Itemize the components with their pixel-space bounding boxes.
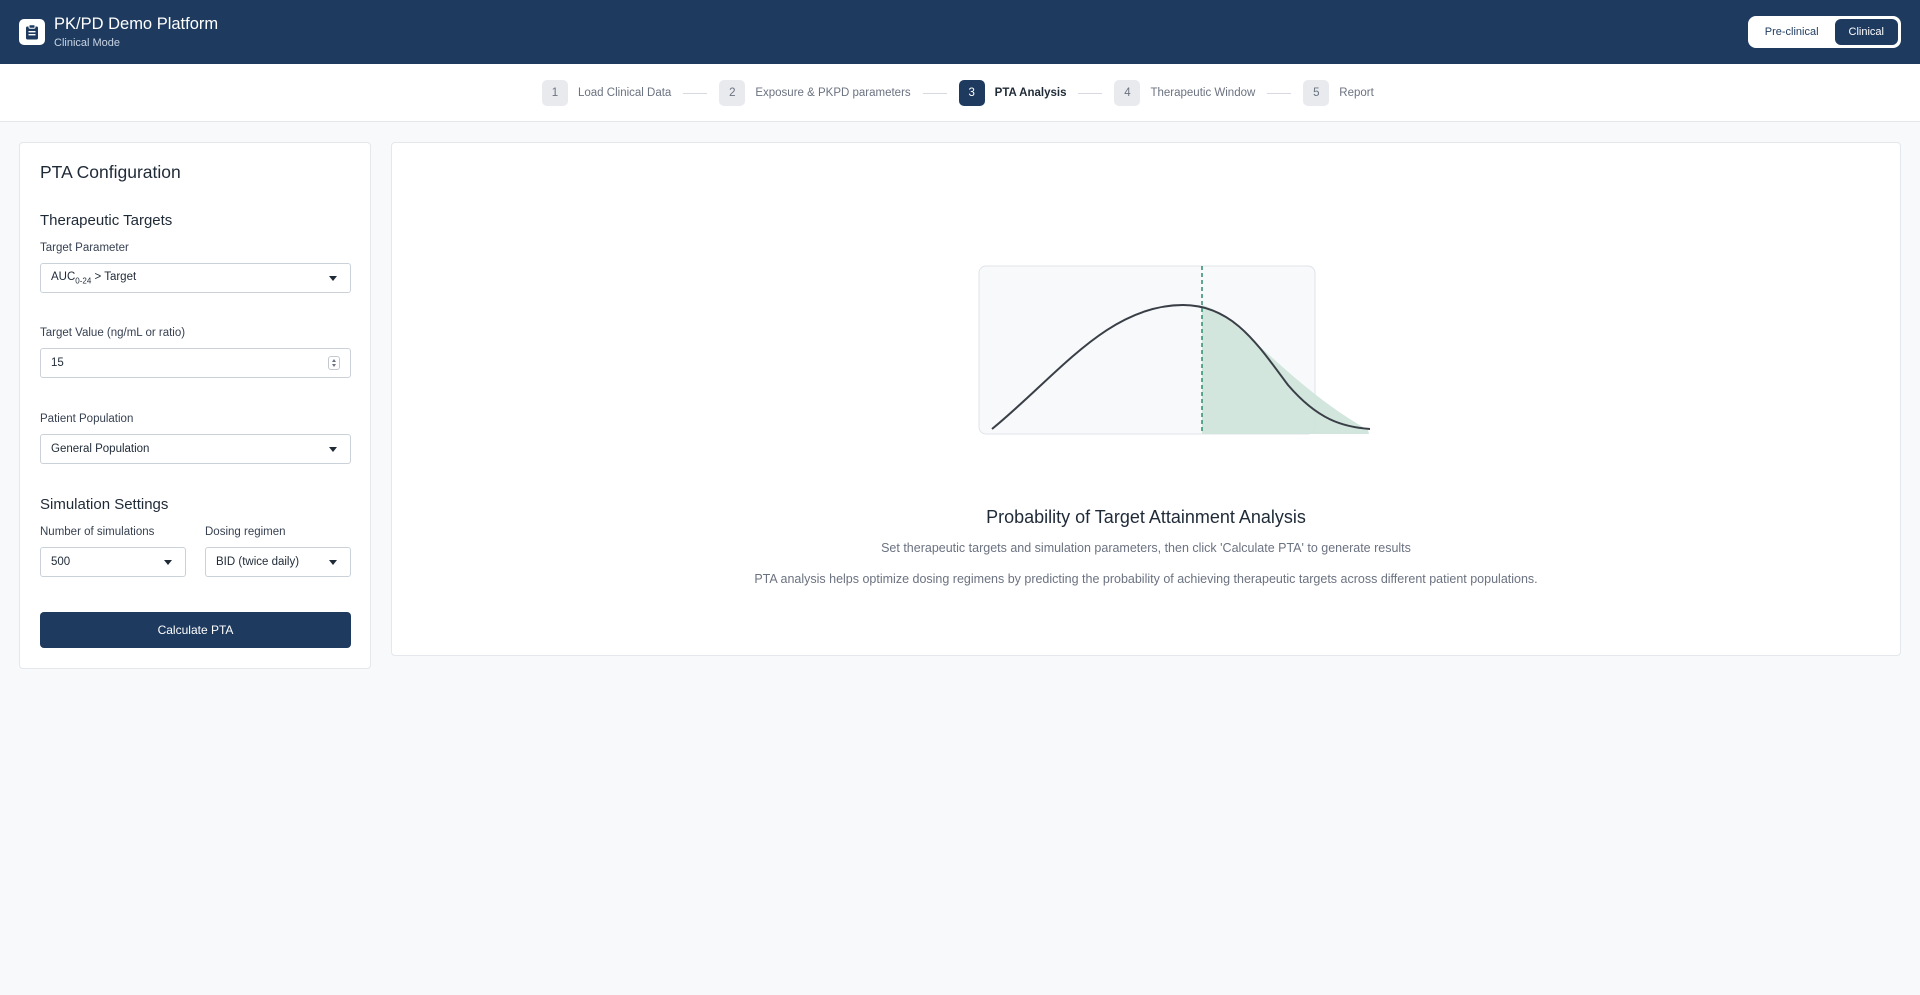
workflow-stepper-bar: 1 Load Clinical Data 2 Exposure & PKPD p… xyxy=(0,64,1920,122)
app-header: PK/PD Demo Platform Clinical Mode Pre-cl… xyxy=(0,0,1920,64)
pta-results-area: Probability of Target Attainment Analysi… xyxy=(391,142,1901,656)
results-title: Probability of Target Attainment Analysi… xyxy=(986,507,1306,527)
step-connector xyxy=(922,92,947,94)
step-number: 1 xyxy=(542,80,568,106)
step-load-clinical-data[interactable]: 1 Load Clinical Data xyxy=(542,80,671,106)
target-value-label: Target Value (ng/mL or ratio) xyxy=(40,327,186,339)
step-label: Report xyxy=(1339,87,1374,99)
spinner-arrows-icon[interactable] xyxy=(328,356,340,370)
panel-title: PTA Configuration xyxy=(40,162,181,182)
caret-down-icon xyxy=(329,276,337,281)
caret-down-icon xyxy=(329,560,337,565)
step-report[interactable]: 5 Report xyxy=(1303,80,1374,106)
step-label: Exposure & PKPD parameters xyxy=(755,87,911,99)
pre-clinical-mode-button[interactable]: Pre-clinical xyxy=(1751,19,1833,45)
num-simulations-value: 500 xyxy=(51,556,71,568)
num-simulations-label: Number of simulations xyxy=(40,526,155,538)
num-simulations-select[interactable]: 500 xyxy=(40,547,186,577)
step-number: 4 xyxy=(1114,80,1141,106)
clinical-mode-button[interactable]: Clinical xyxy=(1834,19,1898,45)
step-therapeutic-window[interactable]: 4 Therapeutic Window xyxy=(1114,80,1255,106)
target-parameter-value: AUC0-24 > Target xyxy=(51,270,137,286)
step-number: 5 xyxy=(1303,80,1330,106)
calculate-pta-button[interactable]: Calculate PTA xyxy=(40,612,351,648)
step-connector xyxy=(683,92,708,94)
app-title: PK/PD Demo Platform xyxy=(54,14,219,33)
mode-toggle: Pre-clinical Clinical xyxy=(1747,16,1901,48)
pta-configuration-panel: PTA Configuration Therapeutic Targets Ta… xyxy=(19,142,371,669)
results-description: PTA analysis helps optimize dosing regim… xyxy=(754,572,1538,586)
caret-down-icon xyxy=(164,560,172,565)
patient-population-select[interactable]: General Population xyxy=(40,434,351,464)
step-pta-analysis[interactable]: 3 PTA Analysis xyxy=(958,80,1067,106)
dosing-regimen-value: BID (twice daily) xyxy=(216,556,300,568)
patient-population-value: General Population xyxy=(51,443,150,455)
workflow-stepper: 1 Load Clinical Data 2 Exposure & PKPD p… xyxy=(542,80,1374,106)
simulation-settings-heading: Simulation Settings xyxy=(40,496,169,513)
dosing-regimen-select[interactable]: BID (twice daily) xyxy=(205,547,351,577)
target-value-input[interactable]: 15 xyxy=(40,348,351,378)
step-label: PTA Analysis xyxy=(994,87,1067,99)
target-value: 15 xyxy=(51,357,64,369)
patient-population-label: Patient Population xyxy=(40,413,134,425)
brand: PK/PD Demo Platform Clinical Mode xyxy=(54,14,218,51)
target-parameter-select[interactable]: AUC0-24 > Target xyxy=(40,263,351,293)
step-number: 3 xyxy=(958,80,985,106)
step-connector xyxy=(1267,92,1292,94)
caret-down-icon xyxy=(329,447,337,452)
step-connector xyxy=(1078,92,1103,94)
results-instructions: Set therapeutic targets and simulation p… xyxy=(881,541,1411,555)
app-subtitle: Clinical Mode xyxy=(54,36,121,49)
dosing-regimen-label: Dosing regimen xyxy=(205,526,286,538)
clipboard-icon xyxy=(19,19,45,45)
pta-illustration xyxy=(978,265,1398,450)
step-label: Load Clinical Data xyxy=(578,87,672,99)
target-parameter-label: Target Parameter xyxy=(40,242,129,254)
step-label: Therapeutic Window xyxy=(1150,87,1256,99)
step-exposure-pkpd-parameters[interactable]: 2 Exposure & PKPD parameters xyxy=(719,80,911,106)
step-number: 2 xyxy=(719,80,746,106)
therapeutic-targets-heading: Therapeutic Targets xyxy=(40,212,173,229)
